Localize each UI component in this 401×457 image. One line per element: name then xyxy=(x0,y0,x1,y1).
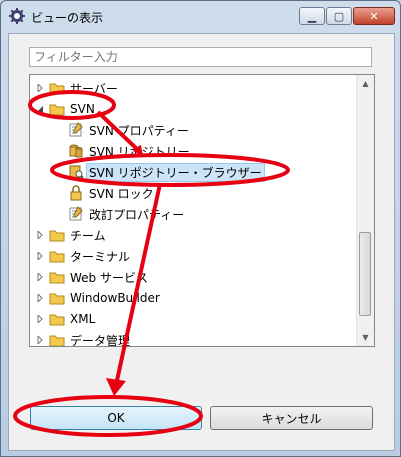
folder-icon xyxy=(49,311,65,327)
tree-item-label: XML xyxy=(70,312,96,326)
eclipse-gear-icon xyxy=(9,8,25,24)
folder-open-icon xyxy=(49,101,65,117)
tree-item-svn-repository[interactable]: SVN リポジトリー xyxy=(68,141,190,161)
lock-icon xyxy=(68,185,84,201)
folder-icon xyxy=(49,290,65,306)
tree-item-web-services[interactable]: Web サービス xyxy=(36,267,148,287)
tree-item-label: チーム xyxy=(70,228,106,243)
tree-item-label: SVN リポジトリー・ブラウザー xyxy=(86,162,265,182)
close-icon: ✕ xyxy=(369,9,379,23)
dialog-window: ビューの表示 ▁ ▢ ✕ サーバー SVN SVN プロパティー SV xyxy=(0,0,401,457)
expand-arrow-icon[interactable] xyxy=(36,336,44,344)
tree-item-label: SVN xyxy=(70,102,95,116)
dialog-client: サーバー SVN SVN プロパティー SVN リポジトリー SVN リポジトリ… xyxy=(8,33,395,451)
minimize-button[interactable]: ▁ xyxy=(299,7,325,25)
scroll-thumb[interactable] xyxy=(359,232,371,316)
svn-properties-icon xyxy=(68,122,84,138)
tree-item-label: ターミナル xyxy=(70,249,131,264)
expand-arrow-icon[interactable] xyxy=(36,273,44,281)
window-title: ビューの表示 xyxy=(31,11,104,25)
svn-repository-browser-icon xyxy=(68,164,84,180)
tree-item-svn-properties[interactable]: SVN プロパティー xyxy=(68,120,189,140)
cancel-button[interactable]: キャンセル xyxy=(210,406,373,430)
tree-item-terminal[interactable]: ターミナル xyxy=(36,246,130,266)
expand-arrow-icon[interactable] xyxy=(36,84,44,92)
expand-arrow-icon[interactable] xyxy=(36,294,44,302)
minimize-icon: ▁ xyxy=(307,9,317,23)
tree-item-label: SVN プロパティー xyxy=(89,123,189,138)
revision-properties-icon xyxy=(68,206,84,222)
folder-icon xyxy=(49,80,65,96)
tree-item-label: 改訂プロパティー xyxy=(89,207,185,222)
filter-input[interactable] xyxy=(29,47,372,67)
scroll-down-icon[interactable]: ▼ xyxy=(357,329,374,346)
tree-item-label: データ管理 xyxy=(70,333,131,347)
tree-item-windowbuilder[interactable]: WindowBuilder xyxy=(36,288,160,308)
expand-arrow-icon[interactable] xyxy=(36,315,44,323)
folder-icon xyxy=(49,269,65,285)
tree-item-label: WindowBuilder xyxy=(70,291,160,305)
close-button[interactable]: ✕ xyxy=(353,7,395,25)
tree-item-xml[interactable]: XML xyxy=(36,309,95,329)
tree-item-server[interactable]: サーバー xyxy=(36,78,118,98)
tree-item-svn[interactable]: SVN xyxy=(36,99,95,119)
tree-item-label: サーバー xyxy=(70,81,118,96)
tree-item-svn-lock[interactable]: SVN ロック xyxy=(68,183,154,203)
tree-item-label: Web サービス xyxy=(70,270,148,285)
title-bar[interactable]: ビューの表示 ▁ ▢ ✕ xyxy=(1,1,400,33)
expand-arrow-icon[interactable] xyxy=(36,231,44,239)
tree-item-data-management[interactable]: データ管理 xyxy=(36,330,131,347)
tree-item-revision-properties[interactable]: 改訂プロパティー xyxy=(68,204,184,224)
scroll-up-icon[interactable]: ▲ xyxy=(357,75,374,92)
vertical-scrollbar[interactable]: ▲ ▼ xyxy=(356,75,374,346)
tree-item-team[interactable]: チーム xyxy=(36,225,106,245)
ok-button[interactable]: OK xyxy=(30,406,202,430)
maximize-icon: ▢ xyxy=(333,9,345,23)
view-tree: サーバー SVN SVN プロパティー SVN リポジトリー SVN リポジトリ… xyxy=(29,74,375,347)
svn-repository-icon xyxy=(68,143,84,159)
tree-item-label: SVN ロック xyxy=(89,186,154,201)
folder-icon xyxy=(49,332,65,346)
tree-item-svn-repository-browser[interactable]: SVN リポジトリー・ブラウザー xyxy=(68,162,265,182)
folder-icon xyxy=(49,248,65,264)
expand-arrow-icon[interactable] xyxy=(36,252,44,260)
maximize-button[interactable]: ▢ xyxy=(326,7,352,25)
tree-item-label: SVN リポジトリー xyxy=(89,144,190,159)
collapse-arrow-icon[interactable] xyxy=(36,105,44,113)
folder-icon xyxy=(49,227,65,243)
